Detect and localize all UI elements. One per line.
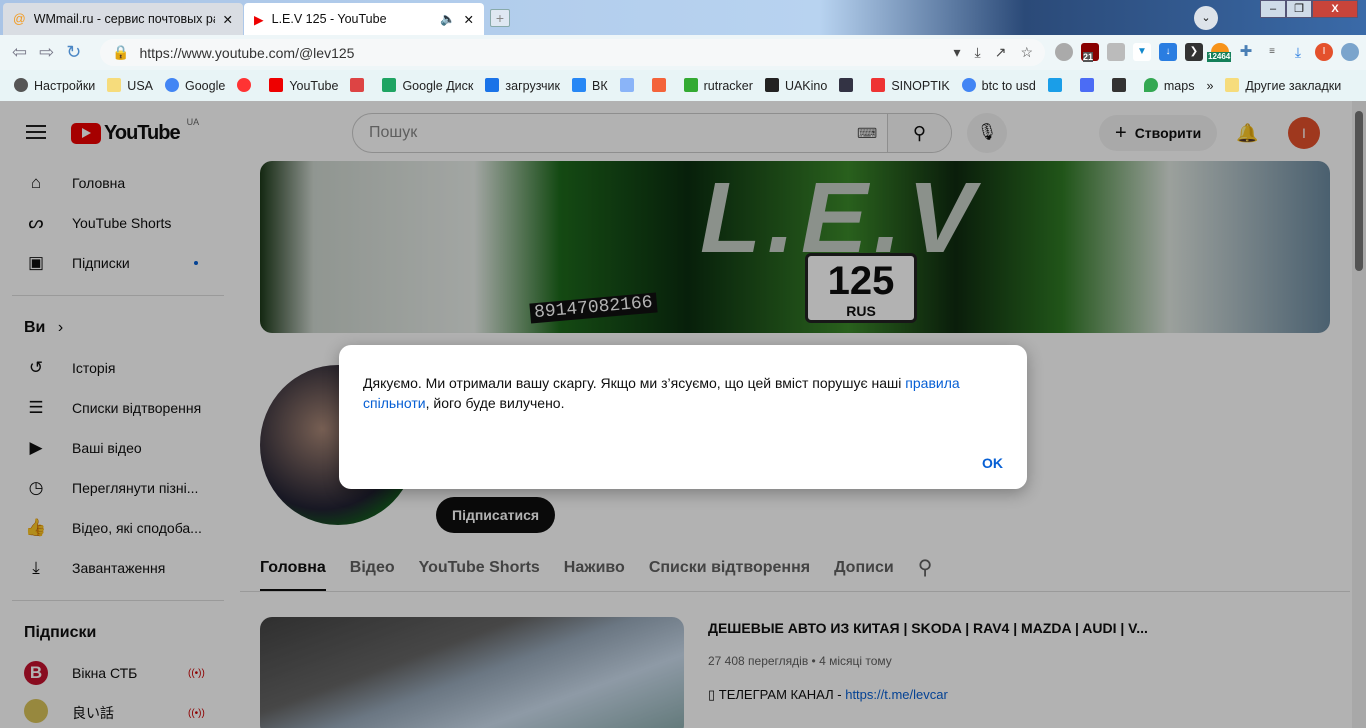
browser-tab-bar: @ WMmail.ru - сервис почтовых рас ✕ ▶ L.…	[0, 0, 1366, 35]
download-ext-icon[interactable]: ↓	[1159, 43, 1177, 61]
bookmark-translate[interactable]	[619, 78, 640, 93]
bookmark-uakino[interactable]: UAKino	[764, 78, 827, 93]
dark-ext-icon[interactable]: ❯	[1185, 43, 1203, 61]
bookmark-gmail[interactable]	[350, 78, 370, 93]
bookmark-rutracker[interactable]: rutracker	[683, 78, 753, 93]
bookmarks-bar: Настройки USA Google YouTube Google Диск…	[0, 70, 1366, 101]
bookmark-settings[interactable]: Настройки	[14, 78, 95, 93]
extensions-puzzle-icon[interactable]: ✚	[1237, 43, 1255, 61]
infinity-icon	[485, 78, 500, 92]
profile-avatar[interactable]: I	[1315, 43, 1333, 61]
bookmark-youtube[interactable]: YouTube	[269, 78, 338, 93]
google-icon	[961, 78, 976, 92]
star-icon[interactable]: ☆	[1020, 44, 1033, 61]
uakino-icon	[764, 78, 779, 92]
folder-icon	[1225, 78, 1240, 92]
dialog-message: Дякуємо. Ми отримали вашу скаргу. Якщо м…	[363, 375, 960, 411]
browser-tab-active[interactable]: ▶ L.E.V 125 - YouTube 🔈 ✕	[244, 3, 484, 35]
address-bar-row: ⇦ ⇨ ↻ 🔒 https://www.youtube.com/@lev125 …	[0, 35, 1366, 70]
rutracker-icon	[683, 78, 698, 92]
more-bookmarks-button[interactable]: »	[1206, 79, 1213, 93]
folder-icon	[107, 78, 122, 92]
bookmark-bc[interactable]	[1111, 78, 1132, 93]
close-tab-icon[interactable]: ✕	[223, 12, 233, 27]
youtube-icon	[269, 78, 284, 92]
bc-icon	[1111, 78, 1126, 92]
bookmark-arrow[interactable]	[1079, 78, 1100, 93]
translate-icon	[619, 78, 634, 92]
bookmark-f[interactable]	[651, 78, 672, 93]
maps-pin-icon	[1143, 78, 1158, 92]
minimize-button[interactable]: –	[1260, 0, 1286, 18]
dropdown-icon[interactable]: ▾	[953, 44, 960, 61]
maximize-button[interactable]: ❐	[1286, 0, 1312, 18]
bookmark-yandex[interactable]	[237, 78, 257, 93]
gmail-icon	[350, 78, 365, 92]
forward-icon[interactable]: ⇨	[39, 42, 54, 63]
playlist-icon[interactable]: ≡	[1263, 43, 1281, 61]
google-icon	[165, 78, 179, 92]
globe-ext-icon[interactable]	[1055, 43, 1073, 61]
close-tab-icon[interactable]: ✕	[464, 12, 474, 27]
bitcoin-ext-icon[interactable]: 12464	[1207, 43, 1232, 62]
report-confirmation-dialog: Дякуємо. Ми отримали вашу скаргу. Якщо м…	[339, 345, 1027, 489]
bookmark-btc-to-usd[interactable]: btc to usd	[961, 78, 1036, 93]
arrow-icon	[1079, 78, 1094, 92]
install-icon[interactable]: ⤓	[975, 44, 981, 61]
drive-icon	[382, 78, 397, 92]
settings-globe-icon[interactable]	[1341, 43, 1359, 61]
p-icon	[1047, 78, 1062, 92]
vpn-ext-icon[interactable]: ▼	[1133, 43, 1151, 61]
bookmark-chess[interactable]	[839, 78, 859, 93]
cat-ext-icon[interactable]	[1107, 43, 1125, 61]
tab-search-button[interactable]: ⌄	[1194, 6, 1218, 30]
f-icon	[651, 78, 666, 92]
new-tab-button[interactable]: +	[490, 9, 510, 27]
back-icon[interactable]: ⇦	[12, 42, 27, 63]
bookmark-usa[interactable]: USA	[107, 78, 153, 93]
youtube-favicon-icon: ▶	[254, 12, 264, 27]
browser-tab[interactable]: @ WMmail.ru - сервис почтовых рас ✕	[3, 3, 243, 35]
audio-icon[interactable]: 🔈	[440, 12, 456, 27]
vk-icon	[571, 78, 586, 92]
gear-icon	[14, 78, 28, 92]
bookmark-google[interactable]: Google	[165, 78, 225, 93]
bookmark-other[interactable]: Другие закладки	[1225, 78, 1341, 93]
bookmark-p[interactable]	[1047, 78, 1068, 93]
lock-icon: 🔒	[112, 44, 130, 60]
bookmark-downloader[interactable]: загрузчик	[485, 78, 560, 93]
yandex-icon	[237, 78, 252, 92]
ok-button[interactable]: OK	[982, 455, 1003, 471]
downloads-icon[interactable]: ⤓	[1289, 43, 1307, 61]
ublock-ext-icon[interactable]: 21	[1081, 43, 1099, 62]
bookmark-sinoptik[interactable]: SINOPTIK	[871, 78, 950, 93]
share-icon[interactable]: ↗	[995, 44, 1007, 61]
bookmark-maps[interactable]: maps	[1143, 78, 1194, 93]
bookmark-vk[interactable]: ВК	[571, 78, 608, 93]
wmmail-favicon-icon: @	[13, 12, 26, 26]
url-field[interactable]: 🔒 https://www.youtube.com/@lev125 ▾ ⤓ ↗ …	[100, 39, 1045, 66]
thermometer-icon	[871, 78, 886, 92]
close-window-button[interactable]: X	[1312, 0, 1358, 18]
reload-icon[interactable]: ↻	[66, 42, 81, 63]
bookmark-google-drive[interactable]: Google Диск	[382, 78, 473, 93]
chess-knight-icon	[839, 78, 854, 92]
